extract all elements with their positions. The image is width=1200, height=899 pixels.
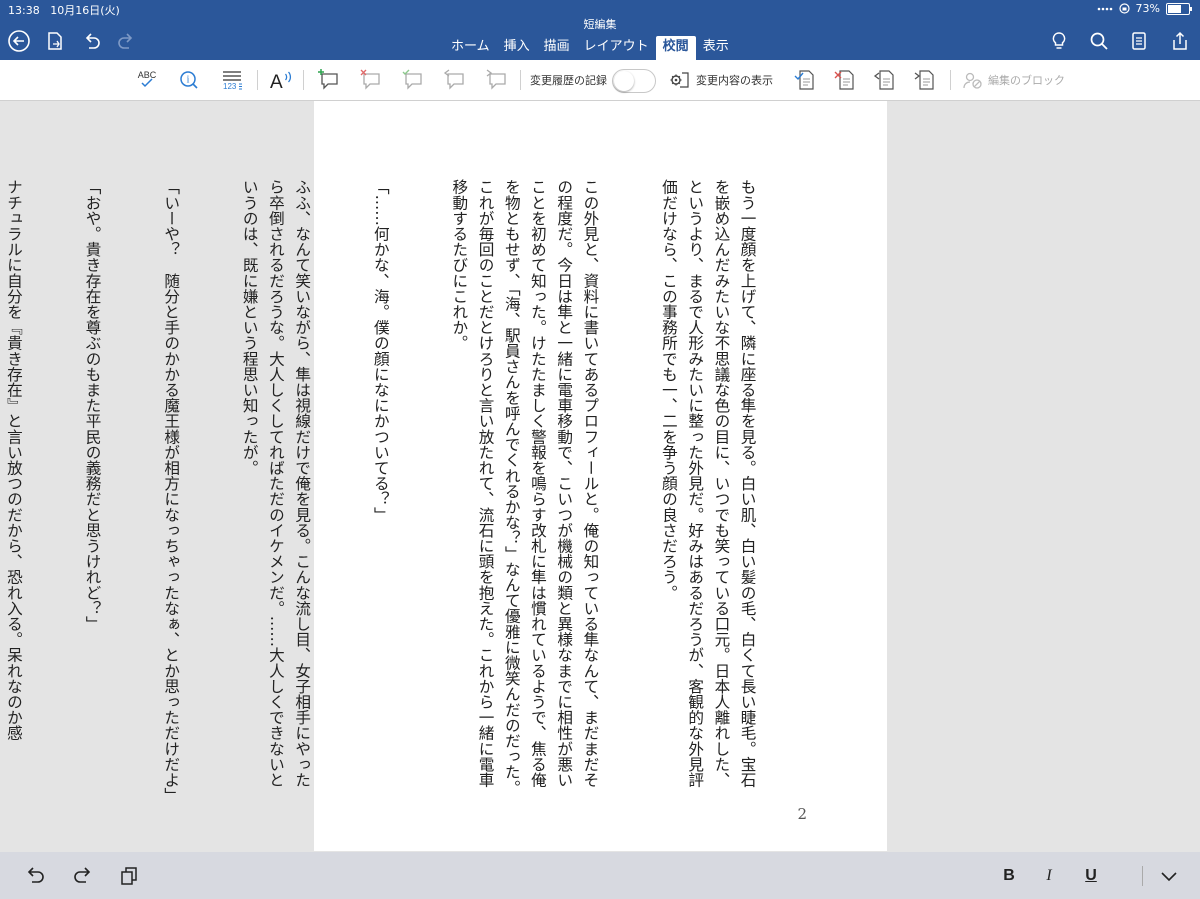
undo-button[interactable] bbox=[78, 28, 104, 54]
svg-text:ABC: ABC bbox=[138, 70, 157, 80]
keyboard-redo-button[interactable] bbox=[68, 862, 98, 890]
ribbon-separator bbox=[257, 70, 258, 90]
delete-comment-icon bbox=[360, 69, 380, 90]
next-change-button[interactable] bbox=[912, 66, 938, 94]
reject-change-icon bbox=[834, 70, 854, 90]
ribbon-separator bbox=[520, 70, 521, 90]
bottom-separator bbox=[1142, 866, 1143, 886]
next-comment-icon bbox=[486, 69, 506, 90]
spellcheck-icon: ABC bbox=[138, 70, 157, 88]
svg-text:i: i bbox=[187, 75, 190, 86]
share-icon bbox=[1173, 31, 1187, 50]
track-changes-label: 変更履歴の記録 bbox=[530, 74, 607, 87]
previous-change-button[interactable] bbox=[872, 66, 898, 94]
clipboard-icon bbox=[121, 867, 137, 885]
read-aloud-button[interactable]: A bbox=[268, 66, 294, 94]
paragraph: ナチュラルに自分を『貴き存在』と言い放つのだから、恐れ入る。呆れなのか感 bbox=[4, 179, 23, 741]
title-bar: 13:38 10月16日(火) 73% 短編集 ホーム 挿入 描画 レイアウト … bbox=[0, 0, 1200, 60]
tab-home[interactable]: ホーム bbox=[444, 36, 497, 60]
block-authors-icon bbox=[963, 72, 982, 89]
document-title: 短編集 bbox=[583, 18, 617, 31]
share-button[interactable] bbox=[1166, 28, 1192, 54]
tab-view[interactable]: 表示 bbox=[696, 36, 736, 60]
ribbon-tabs: ホーム 挿入 描画 レイアウト 校閲 表示 bbox=[444, 36, 736, 60]
accept-change-button[interactable] bbox=[792, 66, 818, 94]
bold-button[interactable]: B bbox=[994, 862, 1024, 890]
tab-insert[interactable]: 挿入 bbox=[497, 36, 537, 60]
tab-review[interactable]: 校閲 bbox=[655, 36, 696, 60]
svg-text:123: 123 bbox=[223, 82, 237, 91]
status-indicators: 73% bbox=[1097, 2, 1192, 15]
paragraph: ふふ、なんて笑いながら、隼は視線だけで俺を見る。こんな流し目、女子相手にやったら… bbox=[240, 179, 312, 788]
search-button[interactable] bbox=[1086, 28, 1112, 54]
paragraph: この外見と、資料に書いてあるプロフィールと。俺の知っている隼なんて、まだまだその… bbox=[450, 179, 600, 796]
undo-icon bbox=[27, 867, 44, 883]
show-markup-button[interactable]: 変更内容の表示 bbox=[668, 66, 773, 94]
paste-button[interactable] bbox=[114, 862, 144, 890]
paragraph: 「おや。貴き存在を尊ぶのもまた平民の義務だと思うけれど？」 bbox=[83, 179, 102, 632]
collapse-button[interactable] bbox=[1154, 862, 1184, 890]
back-circle-icon bbox=[8, 30, 30, 52]
resolve-comment-icon bbox=[402, 69, 422, 90]
undo-icon bbox=[85, 33, 100, 49]
underline-button[interactable]: U bbox=[1076, 862, 1106, 890]
lightbulb-icon bbox=[1052, 32, 1066, 49]
block-authors-button[interactable]: 編集のブロック bbox=[962, 66, 1065, 94]
bottom-toolbar: B I U bbox=[0, 852, 1200, 899]
file-icon bbox=[48, 32, 62, 50]
ribbon-separator bbox=[950, 70, 951, 90]
battery-icon bbox=[1166, 2, 1192, 15]
toggle-knob bbox=[614, 71, 634, 91]
redo-button[interactable] bbox=[114, 28, 140, 54]
document-page[interactable]: もう一度顔を上げて、隣に座る隼を見る。白い肌、白い髪の毛、白くて長い睫毛。宝石を… bbox=[5, 101, 887, 851]
redo-icon bbox=[118, 33, 133, 49]
resolve-comment-button[interactable] bbox=[400, 66, 426, 94]
reading-view-button[interactable] bbox=[1126, 28, 1152, 54]
page-number: 2 bbox=[797, 805, 807, 823]
battery-percent: 73% bbox=[1135, 2, 1160, 15]
paragraph: 「いーや？ 随分と手のかかる魔王様が相方になっちゃったなぁ、とか思っただけだよ」 bbox=[162, 179, 181, 803]
word-count-button[interactable]: 123 bbox=[218, 66, 246, 94]
italic-button[interactable]: I bbox=[1034, 862, 1064, 890]
spelling-button[interactable]: ABC bbox=[134, 66, 160, 94]
reject-change-button[interactable] bbox=[832, 66, 858, 94]
new-comment-button[interactable] bbox=[316, 66, 342, 94]
orientation-lock-icon bbox=[1118, 3, 1130, 14]
chevron-down-icon bbox=[1161, 872, 1177, 882]
redo-icon bbox=[74, 867, 91, 883]
delete-comment-button[interactable] bbox=[358, 66, 384, 94]
svg-text:A: A bbox=[270, 72, 283, 93]
tab-draw[interactable]: 描画 bbox=[537, 36, 577, 60]
signal-dots-icon bbox=[1097, 7, 1112, 10]
search-icon bbox=[1090, 32, 1108, 50]
previous-comment-icon bbox=[443, 69, 464, 90]
paragraph: もう一度顔を上げて、隣に座る隼を見る。白い肌、白い髪の毛、白くて長い睫毛。宝石を… bbox=[659, 179, 757, 788]
accept-change-icon bbox=[794, 70, 814, 90]
paragraph: 「……何かな、海。僕の顔になにかついてる？」 bbox=[371, 179, 390, 523]
keyboard-undo-button[interactable] bbox=[20, 862, 50, 890]
read-aloud-icon: A bbox=[270, 71, 291, 93]
file-menu-button[interactable] bbox=[42, 28, 68, 54]
document-body[interactable]: もう一度顔を上げて、隣に座る隼を見る。白い肌、白い髪の毛、白くて長い睫毛。宝石を… bbox=[0, 179, 813, 803]
next-change-icon bbox=[914, 70, 934, 90]
word-count-icon: 123 bbox=[223, 71, 242, 91]
ribbon-separator bbox=[303, 70, 304, 90]
smart-lookup-button[interactable]: i bbox=[176, 66, 202, 94]
track-changes-toggle[interactable] bbox=[612, 69, 656, 93]
gear-document-icon bbox=[670, 72, 689, 88]
reading-view-icon bbox=[1132, 32, 1146, 50]
previous-comment-button[interactable] bbox=[442, 66, 468, 94]
back-button[interactable] bbox=[6, 28, 32, 54]
tell-me-button[interactable] bbox=[1046, 28, 1072, 54]
previous-change-icon bbox=[873, 70, 894, 90]
smart-lookup-icon: i bbox=[180, 71, 198, 89]
next-comment-button[interactable] bbox=[484, 66, 510, 94]
new-comment-icon bbox=[318, 69, 338, 90]
tab-layout[interactable]: レイアウト bbox=[577, 36, 656, 60]
review-ribbon: ABC i 123 A 変更履歴の記録 変更内容の表示 編集のブロック bbox=[0, 60, 1200, 101]
